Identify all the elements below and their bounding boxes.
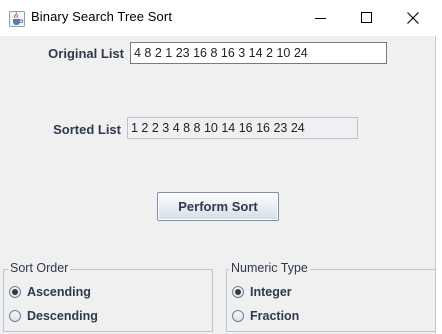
descending-label: Descending bbox=[27, 309, 98, 323]
sorted-list-label: Sorted List bbox=[53, 122, 121, 137]
numeric-type-title: Numeric Type bbox=[229, 261, 310, 275]
close-icon bbox=[407, 9, 419, 28]
ascending-label: Ascending bbox=[27, 285, 91, 299]
maximize-icon bbox=[361, 9, 373, 28]
java-coffee-cup-icon bbox=[9, 11, 25, 27]
fraction-label: Fraction bbox=[250, 309, 300, 323]
ascending-radio[interactable] bbox=[9, 286, 21, 298]
perform-sort-button[interactable]: Perform Sort bbox=[157, 192, 279, 221]
close-button[interactable] bbox=[390, 0, 436, 36]
integer-option[interactable]: Integer bbox=[232, 285, 292, 299]
descending-radio[interactable] bbox=[9, 310, 21, 322]
maximize-button[interactable] bbox=[344, 0, 390, 36]
original-list-input[interactable]: 4 8 2 1 23 16 8 16 3 14 2 10 24 bbox=[130, 42, 387, 64]
sort-order-title: Sort Order bbox=[8, 261, 71, 275]
fraction-radio[interactable] bbox=[232, 310, 244, 322]
descending-option[interactable]: Descending bbox=[9, 309, 98, 323]
numeric-type-group: Numeric Type Integer Fraction bbox=[226, 261, 436, 332]
ascending-option[interactable]: Ascending bbox=[9, 285, 91, 299]
fraction-option[interactable]: Fraction bbox=[232, 309, 299, 323]
minimize-button[interactable] bbox=[298, 0, 344, 36]
window-title: Binary Search Tree Sort bbox=[31, 9, 173, 24]
sorted-list-output: 1 2 2 3 4 8 8 10 14 16 16 23 24 bbox=[127, 117, 358, 139]
title-bar[interactable]: Binary Search Tree Sort bbox=[0, 0, 436, 36]
minimize-icon bbox=[315, 9, 327, 28]
integer-label: Integer bbox=[250, 285, 292, 299]
app-window: Binary Search Tree Sort Original List 4 … bbox=[0, 0, 436, 334]
sort-order-group: Sort Order Ascending Descending bbox=[3, 261, 213, 332]
original-list-label: Original List bbox=[48, 46, 124, 61]
integer-radio[interactable] bbox=[232, 286, 244, 298]
